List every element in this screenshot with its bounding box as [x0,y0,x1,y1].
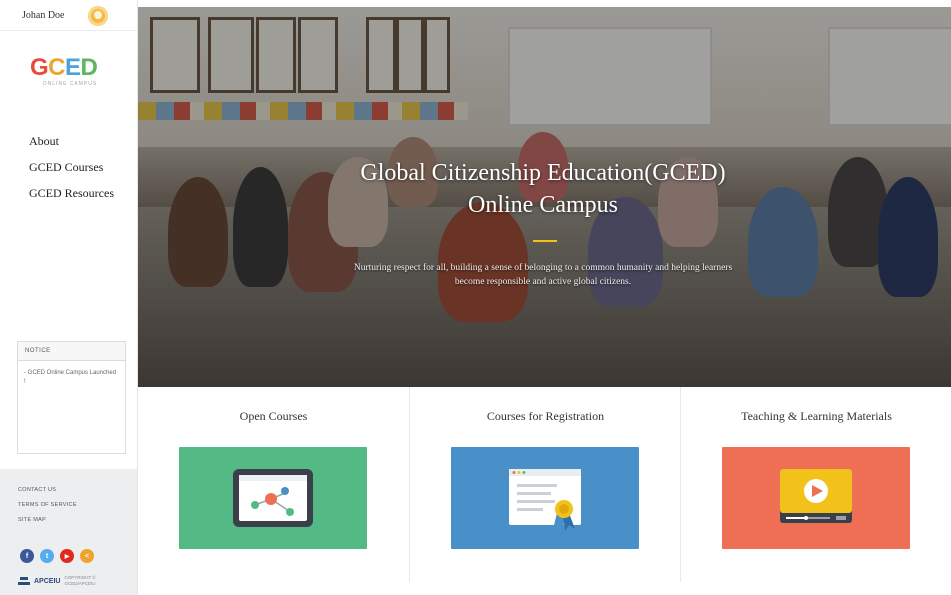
logo-text: GCED [30,54,98,81]
org-name[interactable]: APCEIU [34,578,60,585]
sidebar: Johan Doe GCED ONLINE CAMPUS About GCED … [0,0,138,595]
user-bar: Johan Doe [0,0,137,31]
apceiu-logo-icon [18,577,30,585]
twitter-icon[interactable]: t [40,549,54,563]
card-teaching-learning-materials[interactable]: Teaching & Learning Materials [680,387,951,582]
network-tablet-icon [233,469,313,527]
registration-tile[interactable] [451,447,639,549]
user-avatar-icon[interactable] [88,6,108,26]
main-nav: About GCED Courses GCED Resources [29,134,114,212]
nav-item-about[interactable]: About [29,134,114,149]
sidebar-footer: CONTACT US TERMS OF SERVICE SITE MAP f t… [0,469,137,595]
notice-box: NOTICE - GCED Online Campus Launched ! [17,341,126,454]
card-courses-for-registration[interactable]: Courses for Registration [409,387,681,582]
card-title[interactable]: Open Courses [138,409,409,424]
nav-item-gced-courses[interactable]: GCED Courses [29,160,114,175]
logo-subtitle: ONLINE CAMPUS [42,81,98,87]
card-open-courses[interactable]: Open Courses [138,387,409,582]
card-title[interactable]: Courses for Registration [410,409,681,424]
terms-of-service-link[interactable]: TERMS OF SERVICE [18,502,77,508]
site-map-link[interactable]: SITE MAP [18,517,77,523]
video-player-icon [780,469,852,523]
hero-banner: Global Citizenship Education(GCED) Onlin… [138,7,951,387]
social-links: f t ▶ < [20,549,94,563]
facebook-icon[interactable]: f [20,549,34,563]
youtube-icon[interactable]: ▶ [60,549,74,563]
materials-tile[interactable] [722,447,910,549]
user-name[interactable]: Johan Doe [22,10,65,21]
hero-subtitle: Nurturing respect for all, building a se… [353,263,733,287]
certificate-icon [509,469,581,531]
card-title[interactable]: Teaching & Learning Materials [681,409,951,424]
hero-accent-bar [533,240,557,242]
nav-item-gced-resources[interactable]: GCED Resources [29,186,114,201]
open-courses-tile[interactable] [179,447,367,549]
notice-title: NOTICE [18,342,125,361]
contact-us-link[interactable]: CONTACT US [18,487,77,493]
site-logo[interactable]: GCED ONLINE CAMPUS [30,55,110,95]
category-cards: Open Courses Courses for Registration Te… [138,387,951,595]
hero-title: Global Citizenship Education(GCED) Onlin… [360,160,726,218]
share-icon[interactable]: < [80,549,94,563]
org-footer: APCEIU COPYRIGHT © GCED/APCEIU [18,575,104,587]
copyright-text: COPYRIGHT © GCED/APCEIU [64,575,96,586]
notice-item[interactable]: - GCED Online Campus Launched ! [18,361,125,387]
